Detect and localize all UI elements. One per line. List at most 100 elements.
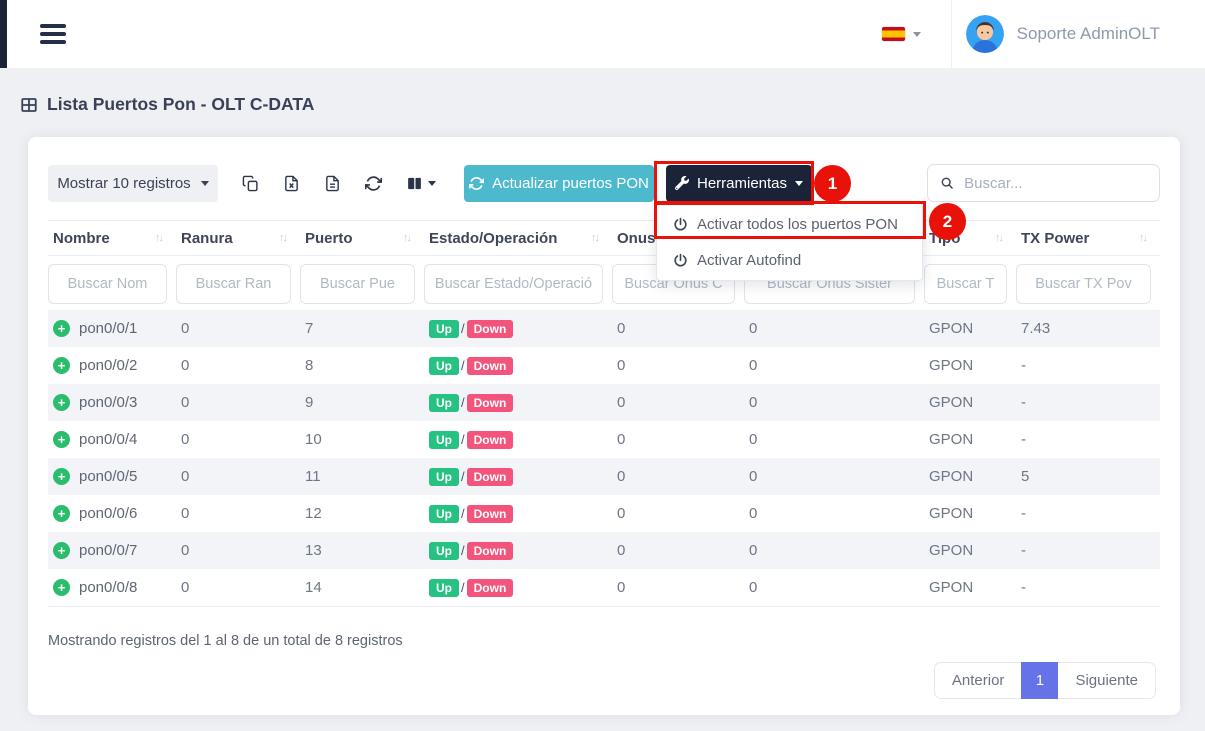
expand-row-icon[interactable]: + [53, 320, 70, 337]
port-name: pon0/0/4 [79, 431, 137, 448]
filter-ranura-input[interactable] [176, 264, 291, 304]
language-selector[interactable] [862, 27, 941, 41]
puerto-value: 12 [300, 505, 424, 522]
onus-sister-value: 0 [744, 431, 924, 448]
filter-tipo-input[interactable] [924, 264, 1007, 304]
column-header-puerto[interactable]: Puerto↑↓ [300, 230, 424, 247]
menu-item-activate-all-pon-ports[interactable]: Activar todos los puertos PON [657, 206, 922, 242]
ranura-value: 0 [176, 579, 300, 596]
column-visibility-button[interactable] [406, 175, 436, 192]
onus-c-value: 0 [612, 357, 744, 374]
badge-separator: / [461, 432, 465, 447]
table-row: +pon0/0/4 0 10 Up/Down 0 0 GPON - [48, 421, 1160, 458]
global-search [927, 164, 1160, 202]
expand-row-icon[interactable]: + [53, 357, 70, 374]
tools-dropdown-button[interactable]: Herramientas [666, 165, 812, 202]
column-header-estado[interactable]: Estado/Operación↑↓ [424, 230, 612, 247]
status-up-badge: Up [429, 394, 459, 412]
tx-power-value: - [1016, 357, 1160, 374]
status-down-badge: Down [467, 394, 514, 412]
tools-dropdown-menu: Activar todos los puertos PON Activar Au… [656, 203, 923, 281]
page-title: Lista Puertos Pon - OLT C-DATA [47, 94, 314, 115]
update-pon-ports-button[interactable]: Actualizar puertos PON [464, 165, 654, 202]
sort-icon[interactable]: ↑↓ [1139, 232, 1146, 244]
badge-separator: / [461, 358, 465, 373]
expand-row-icon[interactable]: + [53, 431, 70, 448]
status-up-badge: Up [429, 357, 459, 375]
port-name: pon0/0/3 [79, 394, 137, 411]
status-down-badge: Down [467, 579, 514, 597]
chevron-down-icon [913, 32, 921, 37]
badge-separator: / [461, 506, 465, 521]
column-header-tx-power[interactable]: TX Power↑↓ [1016, 230, 1160, 247]
chevron-down-icon [428, 181, 436, 186]
pon-ports-card: Mostrar 10 registros Actualizar pu [28, 137, 1180, 715]
table-toolbar: Mostrar 10 registros Actualizar pu [48, 164, 1160, 202]
user-menu[interactable]: Soporte AdminOLT [966, 15, 1205, 53]
expand-row-icon[interactable]: + [53, 468, 70, 485]
avatar [966, 15, 1004, 53]
file-excel-icon [283, 175, 300, 192]
reload-table-button[interactable] [365, 175, 382, 192]
onus-c-value: 0 [612, 394, 744, 411]
status-up-badge: Up [429, 579, 459, 597]
sync-icon [365, 175, 382, 192]
sort-icon[interactable]: ↑↓ [279, 232, 286, 244]
search-input[interactable] [964, 175, 1147, 192]
status-down-badge: Down [467, 505, 514, 523]
tipo-value: GPON [924, 505, 1016, 522]
export-excel-button[interactable] [283, 175, 300, 192]
filter-tx-power-input[interactable] [1016, 264, 1151, 304]
port-name: pon0/0/6 [79, 505, 137, 522]
export-buttons [242, 175, 436, 192]
menu-item-activate-autofind[interactable]: Activar Autofind [657, 242, 922, 278]
onus-sister-value: 0 [744, 394, 924, 411]
sort-icon[interactable]: ↑↓ [591, 232, 598, 244]
filter-estado-input[interactable] [424, 264, 603, 304]
page-length-dropdown[interactable]: Mostrar 10 registros [48, 165, 218, 202]
port-name: pon0/0/7 [79, 542, 137, 559]
expand-row-icon[interactable]: + [53, 394, 70, 411]
pagination-page-1-button[interactable]: 1 [1021, 662, 1058, 699]
status-up-badge: Up [429, 542, 459, 560]
badge-separator: / [461, 543, 465, 558]
table-row: +pon0/0/7 0 13 Up/Down 0 0 GPON - [48, 532, 1160, 569]
status-down-badge: Down [467, 357, 514, 375]
expand-row-icon[interactable]: + [53, 579, 70, 596]
sort-icon[interactable]: ↑↓ [995, 232, 1002, 244]
status-down-badge: Down [467, 431, 514, 449]
status-down-badge: Down [467, 542, 514, 560]
puerto-value: 9 [300, 394, 424, 411]
port-name: pon0/0/8 [79, 579, 137, 596]
badge-separator: / [461, 469, 465, 484]
table-filter-row [48, 256, 1160, 310]
tipo-value: GPON [924, 431, 1016, 448]
expand-row-icon[interactable]: + [53, 505, 70, 522]
puerto-value: 8 [300, 357, 424, 374]
column-header-ranura[interactable]: Ranura↑↓ [176, 230, 300, 247]
puerto-value: 14 [300, 579, 424, 596]
port-name: pon0/0/1 [79, 320, 137, 337]
column-header-nombre[interactable]: Nombre↑↓ [48, 230, 176, 247]
table-info: Mostrando registros del 1 al 8 de un tot… [48, 633, 1160, 649]
ranura-value: 0 [176, 394, 300, 411]
sort-icon[interactable]: ↑↓ [403, 232, 410, 244]
filter-puerto-input[interactable] [300, 264, 415, 304]
copy-button[interactable] [242, 175, 259, 192]
table-row: +pon0/0/8 0 14 Up/Down 0 0 GPON - [48, 569, 1160, 606]
table-row: +pon0/0/6 0 12 Up/Down 0 0 GPON - [48, 495, 1160, 532]
annotation-step-2: 2 [929, 203, 966, 240]
export-file-button[interactable] [324, 175, 341, 192]
tipo-value: GPON [924, 320, 1016, 337]
expand-row-icon[interactable]: + [53, 542, 70, 559]
filter-nombre-input[interactable] [48, 264, 167, 304]
menu-toggle-icon[interactable] [40, 24, 66, 44]
pagination-next-button[interactable]: Siguiente [1058, 662, 1156, 699]
pagination-previous-button[interactable]: Anterior [934, 662, 1022, 699]
sort-icon[interactable]: ↑↓ [155, 232, 162, 244]
page-title-row: Lista Puertos Pon - OLT C-DATA [20, 94, 1205, 115]
pon-ports-table: Nombre↑↓ Ranura↑↓ Puerto↑↓ Estado/Operac… [48, 220, 1160, 607]
copy-icon [242, 175, 259, 192]
table-row: +pon0/0/3 0 9 Up/Down 0 0 GPON - [48, 384, 1160, 421]
onus-c-value: 0 [612, 431, 744, 448]
